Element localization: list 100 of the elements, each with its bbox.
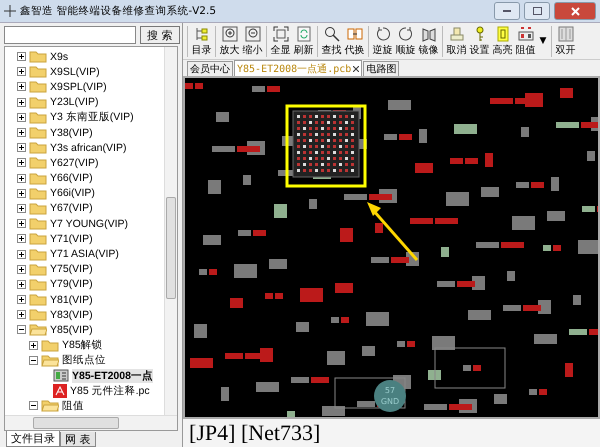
expand-icon[interactable] <box>17 310 26 320</box>
folder-icon <box>29 308 47 322</box>
toolbar-button[interactable]: 双开 <box>554 26 577 56</box>
zoom-in-icon <box>222 26 238 42</box>
rotate-right-icon <box>398 26 414 42</box>
expand-icon[interactable] <box>17 67 26 76</box>
panel-tab[interactable]: 文件目录 <box>6 431 60 447</box>
folder-icon <box>29 202 47 215</box>
collapse-icon[interactable] <box>29 401 38 410</box>
expand-icon[interactable] <box>17 219 26 228</box>
tree-item[interactable]: Y79(VIP) <box>50 278 93 290</box>
toolbar-button[interactable]: 取消 <box>445 26 468 56</box>
expand-icon[interactable] <box>17 204 26 213</box>
toolbar-button[interactable]: 代换 <box>343 26 366 56</box>
tree-item[interactable]: X9SL(VIP) <box>50 66 100 78</box>
toolbar-button[interactable]: 查找 <box>320 26 343 56</box>
expand-icon[interactable] <box>17 174 26 183</box>
tree-item[interactable]: Y67(VIP) <box>50 202 93 214</box>
tree-item[interactable]: 阻值 <box>62 398 84 413</box>
expand-icon[interactable] <box>17 143 26 152</box>
open-folder-icon <box>41 399 59 412</box>
expand-icon[interactable] <box>29 340 38 350</box>
eraser-icon <box>448 26 464 42</box>
expand-icon[interactable] <box>17 264 26 274</box>
tree-item[interactable]: Y85解锁 <box>62 338 103 352</box>
folder-icon <box>29 232 47 246</box>
swap-icon <box>346 26 362 42</box>
toolbar-button[interactable]: 刷新 <box>292 26 315 56</box>
expand-icon[interactable] <box>17 82 26 92</box>
minimize-icon <box>503 10 511 12</box>
tree-item[interactable]: Y81(VIP) <box>50 294 93 306</box>
tree-item[interactable]: Y66i(VIP) <box>50 187 95 200</box>
toolbar-button[interactable]: 全显 <box>269 26 292 56</box>
expand-icon[interactable] <box>17 234 26 244</box>
tree-item[interactable]: Y3s african(VIP) <box>50 142 126 154</box>
toolbar-button[interactable]: 阻值 <box>514 26 537 56</box>
folder-icon <box>29 65 47 78</box>
chip-icon <box>494 26 510 42</box>
mirror-icon <box>420 26 436 42</box>
toolbar-button[interactable]: 高亮 <box>491 26 514 56</box>
resistor-icon <box>518 26 534 42</box>
expand-icon[interactable] <box>17 188 26 198</box>
tree-icon <box>194 26 210 42</box>
rotate-left-icon <box>374 26 390 42</box>
open-folder-icon <box>41 354 59 367</box>
close-button[interactable] <box>554 2 596 20</box>
expand-icon[interactable] <box>17 295 26 304</box>
toolbar-button[interactable]: 目录 <box>190 26 213 56</box>
expand-icon[interactable] <box>17 280 26 289</box>
tree-item[interactable]: X9s <box>50 50 68 63</box>
expand-icon[interactable] <box>17 52 26 62</box>
horizontal-scrollbar[interactable] <box>5 415 177 430</box>
expand-icon[interactable] <box>17 250 26 259</box>
expand-icon[interactable] <box>17 112 26 122</box>
status-text: [JP4] [Net733] <box>183 419 600 447</box>
folder-icon <box>29 96 47 109</box>
tree-item[interactable]: Y7 YOUNG(VIP) <box>50 218 128 230</box>
expand-icon[interactable] <box>17 98 26 107</box>
folder-icon <box>29 50 47 64</box>
collapse-icon[interactable] <box>17 325 26 334</box>
expand-icon[interactable] <box>17 158 26 168</box>
collapse-icon[interactable] <box>29 356 38 365</box>
search-field[interactable] <box>4 26 136 44</box>
app-icon <box>4 5 16 17</box>
tree-item[interactable]: Y3 东南亚版(VIP) <box>50 110 134 124</box>
toolbar-button[interactable]: 镜像 <box>417 26 440 56</box>
toolbar-button[interactable]: 设置 <box>468 26 491 56</box>
document-tab[interactable]: 电路图 <box>363 61 400 76</box>
tree-item[interactable]: Y71 ASIA(VIP) <box>50 248 119 260</box>
tree-item[interactable]: Y75(VIP) <box>50 263 93 276</box>
tree-item[interactable]: Y83(VIP) <box>50 308 93 321</box>
toolbar-button[interactable]: 放大 <box>218 26 241 56</box>
search-button[interactable]: 搜 索 <box>140 26 180 44</box>
split-view-icon <box>558 26 574 42</box>
expand-icon[interactable] <box>17 128 26 138</box>
tree-item[interactable]: Y38(VIP) <box>50 126 93 139</box>
close-icon[interactable] <box>353 66 360 72</box>
panel-tab[interactable]: 网 表 <box>60 432 96 447</box>
tree-item[interactable]: Y85(VIP) <box>50 324 93 336</box>
tree-item[interactable]: Y23L(VIP) <box>50 96 98 108</box>
document-tab[interactable]: 会员中心 <box>187 61 233 76</box>
toolbar-button[interactable]: 顺旋 <box>394 26 417 56</box>
vertical-scrollbar[interactable] <box>164 47 177 415</box>
tree-item[interactable]: 图纸点位 <box>62 353 106 368</box>
close-icon <box>570 6 580 16</box>
tree-item[interactable]: Y85-ET2008一点 <box>72 368 153 383</box>
tree-item[interactable]: Y85 元件注释.pc <box>70 384 150 398</box>
folder-icon <box>29 80 47 94</box>
tree-item[interactable]: Y66(VIP) <box>50 172 93 184</box>
toolbar-button[interactable]: 逆旋 <box>371 26 394 56</box>
pdf-icon <box>53 384 67 398</box>
open-folder-icon <box>29 323 47 336</box>
toolbar-button[interactable]: 缩小 <box>241 26 264 56</box>
folder-icon <box>29 110 47 124</box>
maximize-button[interactable] <box>524 2 550 20</box>
minimize-button[interactable] <box>494 2 520 20</box>
tree-item[interactable]: X9SPL(VIP) <box>50 80 107 93</box>
tree-item[interactable]: Y627(VIP) <box>50 156 98 169</box>
tree-item[interactable]: Y71(VIP) <box>50 232 93 245</box>
dropdown-button[interactable]: ▼ <box>537 26 549 56</box>
